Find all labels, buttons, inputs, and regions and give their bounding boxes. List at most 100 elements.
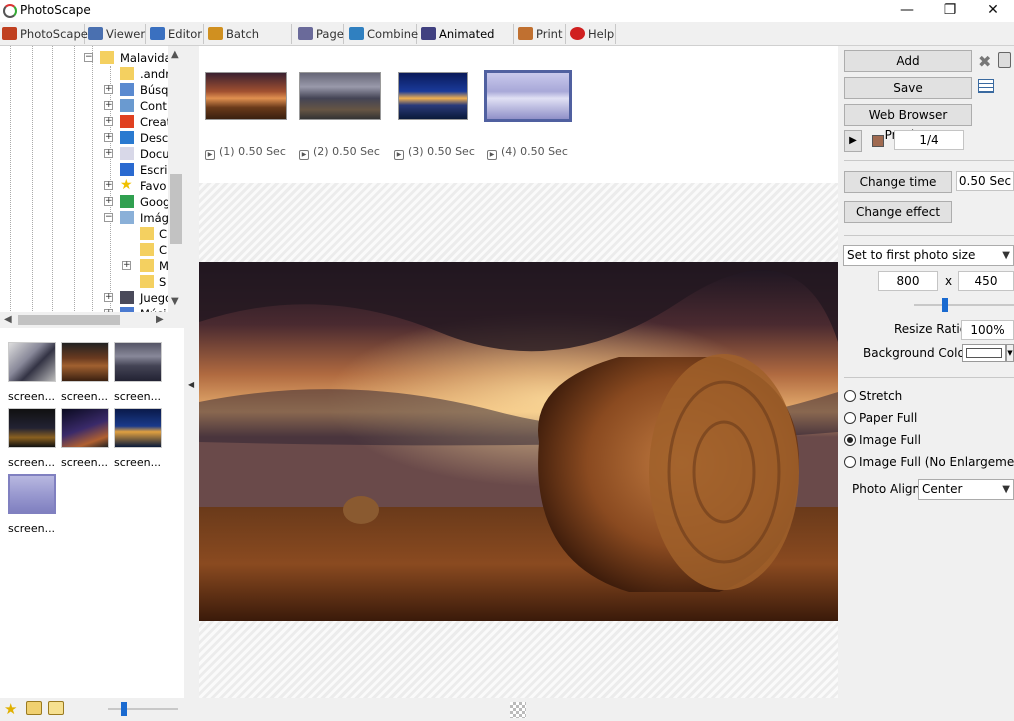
tree-item[interactable]: C <box>0 242 168 258</box>
open-folder-icon[interactable] <box>48 701 64 715</box>
expand-icon[interactable]: + <box>104 133 113 142</box>
color-dropdown-icon[interactable]: ▼ <box>1006 344 1014 362</box>
tab-viewer[interactable]: Viewer <box>86 24 146 44</box>
gif-frame-3[interactable] <box>398 72 468 120</box>
expand-icon[interactable]: + <box>104 85 113 94</box>
tree-item[interactable]: + M <box>0 258 169 274</box>
tab-photoscape[interactable]: PhotoScape <box>0 24 88 44</box>
radio-button[interactable] <box>844 456 856 468</box>
remove-icon[interactable]: ✖ <box>978 52 991 71</box>
thumbnail-item[interactable]: screen... <box>8 342 58 403</box>
thumbnail-size-slider[interactable] <box>108 708 178 710</box>
resize-ratio-field[interactable]: 100% <box>961 320 1014 340</box>
radio-image-full-no-enlargement[interactable]: Image Full (No Enlargement) <box>844 453 1014 471</box>
radio-stretch[interactable]: Stretch <box>844 387 902 405</box>
tree-item[interactable]: + Goog <box>0 194 170 210</box>
tree-item[interactable]: + Desc <box>0 130 168 146</box>
tree-scroll-thumb[interactable] <box>170 174 182 244</box>
thumbnail-item[interactable]: screen... <box>61 342 111 403</box>
tree-item[interactable]: S <box>0 274 168 290</box>
scroll-up-icon[interactable]: ▲ <box>171 49 179 60</box>
thumbnail-item[interactable]: screen... <box>8 474 58 535</box>
minimize-button[interactable]: — <box>884 0 930 22</box>
tab-combine[interactable]: Combine <box>347 24 418 44</box>
trash-icon[interactable] <box>998 52 1011 68</box>
list-icon[interactable] <box>978 79 994 93</box>
radio-button-selected[interactable] <box>844 434 856 446</box>
tab-page[interactable]: Page <box>296 24 344 44</box>
radio-paper-full[interactable]: Paper Full <box>844 409 917 427</box>
thumbnail-item[interactable]: screen... <box>61 408 111 469</box>
resize-slider-thumb[interactable] <box>942 298 948 312</box>
tree-item[interactable]: − Imág <box>0 210 169 226</box>
tab-editor[interactable]: Editor <box>148 24 204 44</box>
expand-icon[interactable]: + <box>104 293 113 302</box>
maximize-button[interactable]: ❐ <box>927 0 973 22</box>
thumbnail-item[interactable]: screen... <box>114 342 164 403</box>
tab-batch-editor[interactable]: Batch Editor <box>206 24 292 61</box>
expand-icon[interactable]: + <box>104 101 113 110</box>
tree-item[interactable]: C <box>0 226 168 242</box>
tree-item[interactable]: + Creat <box>0 114 171 130</box>
collapse-icon[interactable]: − <box>104 213 113 222</box>
tab-print[interactable]: Print <box>516 24 566 44</box>
scroll-right-icon[interactable]: ▶ <box>156 314 164 325</box>
gif-frame-2[interactable] <box>299 72 381 120</box>
expand-icon[interactable]: + <box>122 261 131 270</box>
tree-item[interactable]: + Cont <box>0 98 168 114</box>
tree-item[interactable]: .andr <box>0 66 170 82</box>
thumbnail-item[interactable]: screen... <box>114 408 164 469</box>
collapse-arrow-icon[interactable]: ◀ <box>188 380 194 389</box>
expand-icon[interactable]: + <box>104 149 113 158</box>
add-button[interactable]: Add <box>844 50 972 72</box>
thumbnail-item[interactable]: screen... <box>8 408 58 469</box>
tab-animated-gif[interactable]: Animated GIF <box>419 24 514 61</box>
scroll-down-icon[interactable]: ▼ <box>171 296 179 307</box>
favorite-star-icon[interactable]: ★ <box>4 700 17 718</box>
radio-image-full[interactable]: Image Full <box>844 431 921 449</box>
radio-button[interactable] <box>844 412 856 424</box>
width-field[interactable]: 800 <box>878 271 938 291</box>
play-button[interactable]: ▶ <box>844 130 862 152</box>
change-time-button[interactable]: Change time <box>844 171 952 193</box>
frame-2-label[interactable]: ▶ (2) 0.50 Sec <box>299 145 380 160</box>
tree-horizontal-scrollbar[interactable]: ◀ ▶ <box>0 312 184 328</box>
scroll-left-icon[interactable]: ◀ <box>4 314 12 325</box>
stop-icon[interactable] <box>872 135 884 147</box>
gif-frame-4[interactable] <box>484 70 572 122</box>
web-browser-preview-button[interactable]: Web Browser Preview <box>844 104 972 142</box>
tree-item[interactable]: + Docu <box>0 146 170 162</box>
background-color-swatch[interactable] <box>962 344 1006 362</box>
frame-3-label[interactable]: ▶ (3) 0.50 Sec <box>394 145 475 160</box>
resize-slider-track[interactable] <box>914 304 1014 306</box>
change-effect-button[interactable]: Change effect <box>844 201 952 223</box>
expand-icon[interactable]: + <box>104 117 113 126</box>
radio-button[interactable] <box>844 390 856 402</box>
expand-icon[interactable]: + <box>104 197 113 206</box>
resize-grip-icon[interactable] <box>510 702 526 718</box>
tree-item[interactable]: + Juego <box>0 290 172 306</box>
time-field[interactable]: 0.50 Sec <box>956 171 1014 191</box>
tree-hscroll-thumb[interactable] <box>18 315 120 325</box>
frame-1-label[interactable]: ▶ (1) 0.50 Sec <box>205 145 286 160</box>
thumbnail-size-slider-thumb[interactable] <box>121 702 127 716</box>
tree-item[interactable]: − Malavida <box>0 50 172 66</box>
tree-item[interactable]: + Búsq <box>0 82 168 98</box>
save-button[interactable]: Save <box>844 77 972 99</box>
photo-align-select[interactable]: Center ▼ <box>918 479 1014 500</box>
gif-frame-1[interactable] <box>205 72 287 120</box>
preview-image <box>199 262 838 621</box>
panel-splitter[interactable]: ◀ <box>184 46 199 698</box>
tree-item[interactable]: + ★ Favo <box>0 178 168 194</box>
frame-4-label[interactable]: ▶ (4) 0.50 Sec <box>487 145 568 160</box>
size-mode-select[interactable]: Set to first photo size ▼ <box>843 245 1014 266</box>
expand-icon[interactable]: + <box>104 181 113 190</box>
collapse-icon[interactable]: − <box>84 53 93 62</box>
refresh-folder-icon[interactable] <box>26 701 42 715</box>
tree-item[interactable]: Escri <box>0 162 168 178</box>
tree-vertical-scrollbar[interactable]: ▲ ▼ <box>168 46 184 313</box>
height-field[interactable]: 450 <box>958 271 1014 291</box>
close-button[interactable]: ✕ <box>970 0 1014 22</box>
folder-tree[interactable]: − Malavida .andr + Búsq + Cont + Creat + Desc + Docu… <box>0 46 184 313</box>
tab-help[interactable]: Help <box>568 24 616 44</box>
